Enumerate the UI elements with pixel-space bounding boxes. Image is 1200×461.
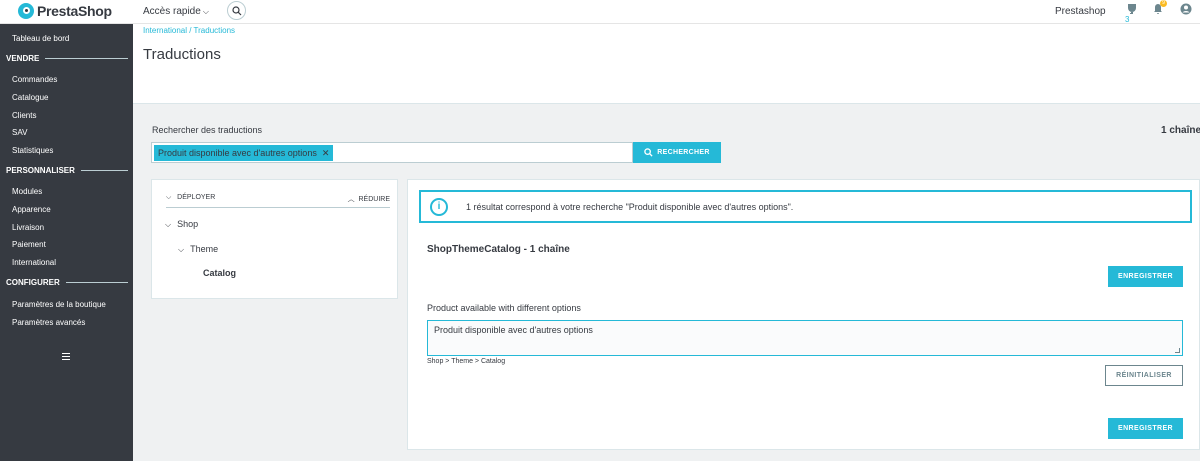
sidebar-item-international[interactable]: International [12, 258, 56, 267]
translation-textarea[interactable]: Produit disponible avec d'autres options [427, 320, 1183, 356]
reset-button[interactable]: RÉINITIALISER [1105, 365, 1183, 386]
translation-tree: ⌵ DÉPLOYER ︿ RÉDUIRE ⌵ Shop ⌵ Theme Catalo… [151, 179, 398, 299]
sidebar-item-dashboard[interactable]: Tableau de bord [12, 34, 69, 43]
save-label: ENREGISTRER [1118, 425, 1173, 432]
expand-all-button[interactable]: ⌵ DÉPLOYER [166, 194, 215, 202]
orders-count: 3 [1125, 15, 1130, 24]
divider [80, 170, 128, 171]
top-header: PrestaShop Accès rapide ⌵ Prestashop 3 9 [0, 0, 1200, 24]
tree-node-label: Theme [190, 244, 219, 254]
sidebar-item-sav[interactable]: SAV [12, 128, 27, 137]
collapse-label: RÉDUIRE [358, 196, 390, 203]
sidebar-item-appearance[interactable]: Apparence [12, 205, 51, 214]
info-alert: i 1 résultat correspond à votre recherch… [419, 190, 1192, 223]
sidebar-item-payment[interactable]: Paiement [12, 240, 46, 249]
sidebar-item-advanced-params[interactable]: Paramètres avancés [12, 318, 85, 327]
quick-access-label: Accès rapide [143, 6, 201, 17]
sidebar-item-orders[interactable]: Commandes [12, 75, 57, 84]
chevron-down-icon: ⌵ [165, 220, 172, 229]
search-button-label: RECHERCHER [657, 149, 710, 156]
expand-label: DÉPLOYER [177, 194, 216, 201]
total-strings: 1 chaîne [1161, 125, 1200, 136]
chevron-up-icon: ︿ [347, 196, 355, 203]
sidebar-item-customers[interactable]: Clients [12, 111, 36, 120]
tree-node-catalog[interactable]: Catalog [203, 268, 236, 278]
translations-panel: i 1 résultat correspond à votre recherch… [407, 179, 1200, 450]
sidebar-item-modules[interactable]: Modules [12, 187, 42, 196]
search-button[interactable]: RECHERCHER [633, 142, 721, 163]
search-label: Rechercher des traductions [152, 125, 263, 135]
sidebar-section-configure: CONFIGURER [6, 278, 128, 287]
section-label: VENDRE [6, 54, 40, 63]
search-icon [644, 148, 653, 157]
chevron-down-icon: ⌵ [178, 245, 185, 254]
chevron-down-icon: ⌵ [202, 7, 209, 16]
translation-value: Produit disponible avec d'autres options [434, 325, 593, 335]
source-string: Product available with different options [427, 303, 581, 313]
chevron-down-icon: ⌵ [166, 194, 172, 201]
alert-text: 1 résultat correspond à votre recherche … [466, 202, 794, 212]
info-icon: i [430, 198, 448, 216]
search-tag-label: Produit disponible avec d'autres options [158, 148, 317, 158]
save-button-top[interactable]: ENREGISTRER [1108, 266, 1183, 287]
puffin-logo-icon [18, 3, 34, 19]
collapse-menu-icon[interactable] [62, 353, 70, 362]
resize-handle-icon[interactable] [1175, 348, 1180, 353]
logo-text: PrestaShop [37, 3, 112, 19]
tree-node-theme[interactable]: ⌵ Theme [178, 244, 218, 255]
collapse-all-button[interactable]: ︿ RÉDUIRE [348, 194, 390, 204]
page-header: International / Traductions Traductions [133, 24, 1200, 104]
section-label: PERSONNALISER [6, 166, 75, 175]
tree-node-label: Shop [177, 219, 199, 229]
reset-label: RÉINITIALISER [1116, 372, 1172, 379]
sidebar-item-shop-params[interactable]: Paramètres de la boutique [12, 300, 106, 309]
prestashop-logo[interactable]: PrestaShop [18, 3, 112, 19]
section-label: CONFIGURER [6, 278, 60, 287]
search-icon [231, 5, 241, 15]
notifications-badge: 9 [1160, 0, 1167, 7]
shop-name-link[interactable]: Prestashop [1055, 6, 1106, 17]
sidebar-nav: Tableau de bord VENDRE Commandes Catalog… [0, 24, 133, 461]
sidebar-item-catalog[interactable]: Catalogue [12, 93, 48, 102]
quick-access-dropdown[interactable]: Accès rapide ⌵ [143, 6, 209, 17]
divider [65, 282, 128, 283]
tree-toolbar: ⌵ DÉPLOYER ︿ RÉDUIRE [166, 186, 390, 208]
save-label: ENREGISTRER [1118, 273, 1173, 280]
domain-title: ShopThemeCatalog - 1 chaîne [427, 244, 570, 255]
save-button-bottom[interactable]: ENREGISTRER [1108, 418, 1183, 439]
search-tag: Produit disponible avec d'autres options… [154, 145, 334, 161]
tree-node-label: Catalog [203, 268, 237, 278]
sidebar-section-sell: VENDRE [6, 54, 128, 63]
page-title: Traductions [143, 46, 221, 63]
user-avatar-icon[interactable] [1180, 3, 1192, 18]
tree-node-shop[interactable]: ⌵ Shop [165, 219, 198, 230]
sidebar-section-customize: PERSONNALISER [6, 166, 128, 175]
translation-path: Shop > Theme > Catalog [427, 358, 506, 365]
divider [45, 58, 128, 59]
header-search-button[interactable] [227, 1, 246, 20]
search-input[interactable]: Produit disponible avec d'autres options… [151, 142, 633, 163]
sidebar-item-stats[interactable]: Statistiques [12, 146, 53, 155]
remove-tag-icon[interactable]: ✕ [322, 148, 330, 159]
breadcrumb[interactable]: International / Traductions [143, 26, 235, 35]
sidebar-item-shipping[interactable]: Livraison [12, 223, 44, 232]
